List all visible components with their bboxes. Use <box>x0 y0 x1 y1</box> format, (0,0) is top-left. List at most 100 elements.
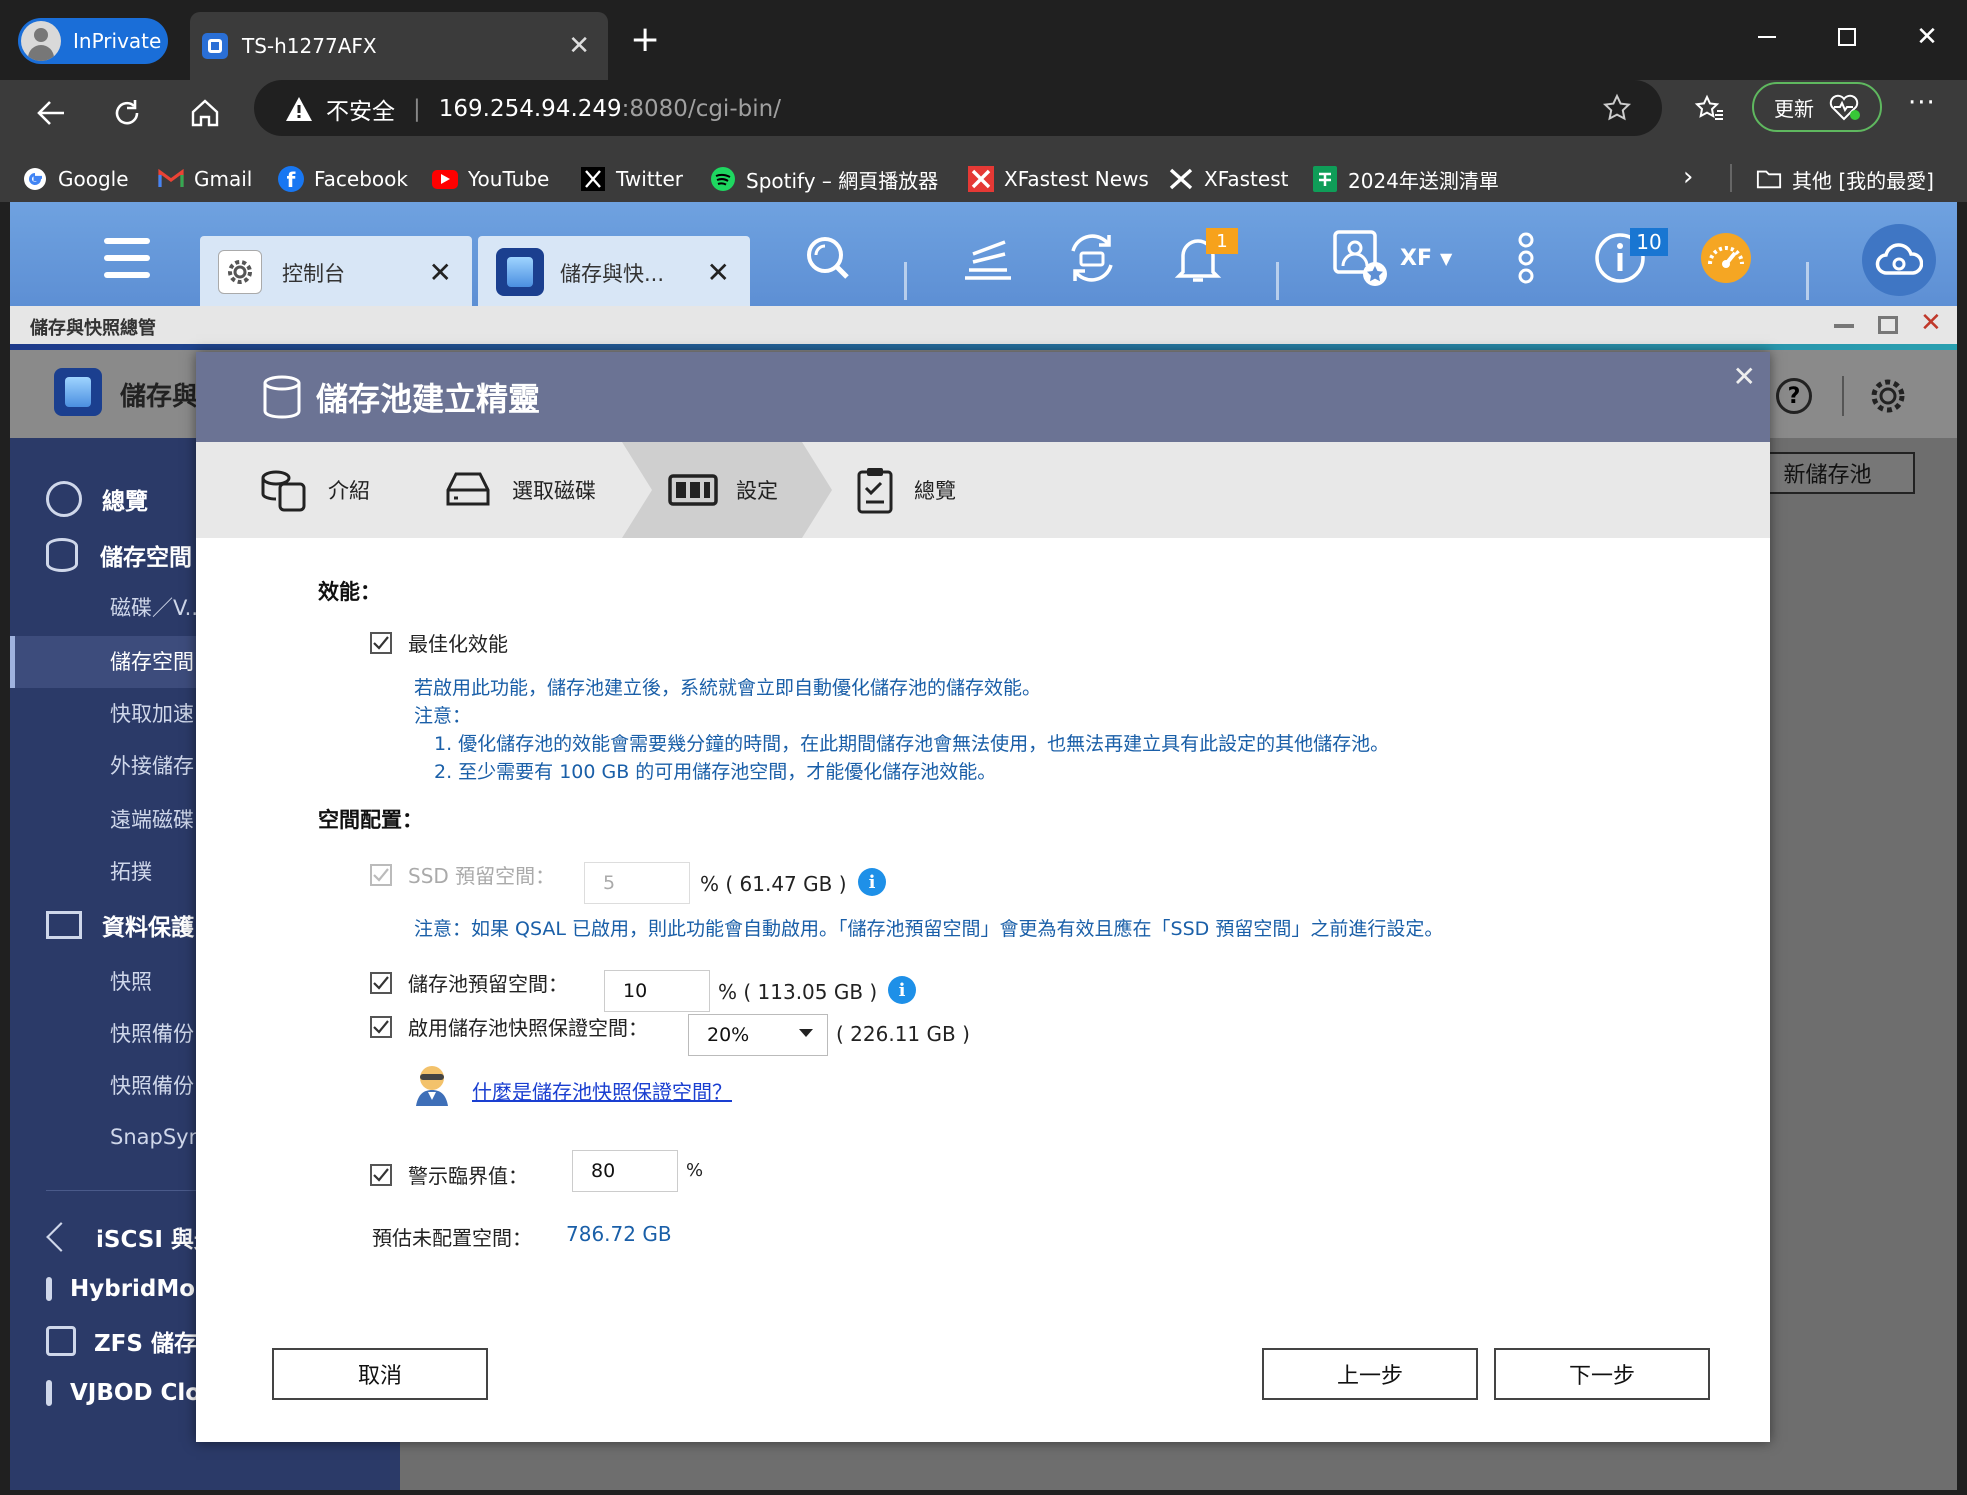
help-icon[interactable]: ? <box>1776 378 1812 414</box>
main-menu-icon[interactable] <box>104 236 150 280</box>
space-allocation-section-title: 空間配置： <box>318 808 423 832</box>
back-button[interactable]: 上一步 <box>1262 1348 1478 1400</box>
ssd-reserve-checkbox[interactable] <box>370 863 392 886</box>
pool-reserve-input[interactable]: 10 <box>604 970 710 1012</box>
step-select-disks: 選取磁碟 <box>444 442 596 538</box>
back-icon[interactable] <box>34 96 68 130</box>
create-pool-wizard-dialog: 儲存池建立精靈 ✕ 介紹 選取磁碟 設定 總覽 效能： 最佳化效能 若啟用此功能… <box>196 352 1770 1442</box>
browser-tab[interactable]: TS-h1277AFX ✕ <box>190 12 608 80</box>
new-tab-icon[interactable]: + <box>630 20 660 60</box>
ssd-reserve-input[interactable]: 5 <box>584 862 690 904</box>
dialog-header: 儲存池建立精靈 ✕ <box>196 352 1770 442</box>
favorite-star-icon[interactable] <box>1602 93 1632 123</box>
tab-control-panel[interactable]: 控制台 ✕ <box>200 236 472 306</box>
youtube-icon <box>432 166 458 192</box>
inprivate-badge[interactable]: InPrivate <box>18 18 168 64</box>
close-tab-icon[interactable]: ✕ <box>429 256 452 289</box>
bookmark-google[interactable]: Google <box>22 164 129 194</box>
window-restore-icon[interactable] <box>1878 316 1898 334</box>
facebook-icon: f <box>278 166 304 192</box>
iscsi-icon <box>46 1222 76 1252</box>
external-devices-icon[interactable] <box>1064 230 1120 286</box>
minimize-icon[interactable] <box>1727 0 1807 74</box>
ssd-reserve-row: SSD 預留空間： <box>370 860 555 889</box>
myqnapcloud-icon[interactable] <box>1862 224 1936 296</box>
pool-reserve-checkbox[interactable] <box>370 971 392 994</box>
next-button[interactable]: 下一步 <box>1494 1348 1710 1400</box>
snapshot-reserve-row: 啟用儲存池快照保證空間： <box>370 1012 648 1041</box>
snapshot-reserve-unit: ( 226.11 GB ) <box>836 1022 970 1046</box>
home-icon[interactable] <box>188 96 222 130</box>
alert-threshold-input[interactable]: 80 <box>572 1150 678 1192</box>
google-icon <box>22 166 48 192</box>
zfs-stack-icon <box>46 1326 76 1356</box>
vjbod-icon <box>46 1380 52 1406</box>
security-warning-label[interactable]: 不安全 <box>326 92 395 126</box>
pool-reserve-info-icon[interactable]: i <box>888 976 916 1004</box>
app-header-title: 儲存與 <box>120 382 199 412</box>
inprivate-label: InPrivate <box>73 29 162 53</box>
cancel-button[interactable]: 取消 <box>272 1348 488 1400</box>
more-menu-icon[interactable]: ··· <box>1908 88 1936 118</box>
snapshot-reserve-help-link[interactable]: 什麼是儲存池快照保證空間？ <box>472 1076 732 1105</box>
bookmark-spotify[interactable]: Spotify – 網頁播放器 <box>710 164 938 194</box>
bookmark-test-list[interactable]: 2024年送測清單 <box>1312 164 1499 194</box>
more-options-icon[interactable] <box>1498 230 1554 286</box>
notification-badge: 1 <box>1206 228 1238 254</box>
bookmark-other-folder[interactable]: 其他 [我的最愛] <box>1756 164 1934 194</box>
bookmark-facebook[interactable]: f Facebook <box>278 164 408 194</box>
resource-monitor-icon[interactable] <box>1698 230 1754 286</box>
bookmarks-overflow-icon[interactable]: › <box>1683 162 1693 192</box>
helper-mascot-icon <box>412 1064 452 1106</box>
maximize-icon[interactable] <box>1807 0 1887 74</box>
gmail-icon <box>158 166 184 192</box>
favorites-icon[interactable] <box>1693 93 1725 125</box>
xfastest-news-icon <box>968 166 994 192</box>
background-tasks-icon[interactable] <box>960 230 1016 286</box>
user-menu[interactable]: XF ▼ <box>1400 246 1452 271</box>
bookmark-gmail[interactable]: Gmail <box>158 164 252 194</box>
close-tab-icon[interactable]: ✕ <box>707 256 730 289</box>
window-minimize-icon[interactable] <box>1834 324 1854 328</box>
wizard-steps: 介紹 選取磁碟 設定 總覽 <box>196 442 1770 538</box>
cloud-mount-icon <box>46 1277 52 1301</box>
bookmark-twitter[interactable]: Twitter <box>580 164 683 194</box>
tab-storage-label: 儲存與快... <box>560 262 665 286</box>
bookmark-xfastest-news[interactable]: XFastest News <box>968 164 1149 194</box>
snapshot-reserve-select[interactable]: 20% <box>688 1014 828 1056</box>
bookmark-youtube[interactable]: YouTube <box>432 164 549 194</box>
tab-storage[interactable]: 儲存與快... ✕ <box>478 236 750 306</box>
pool-reserve-label: 儲存池預留空間： <box>408 972 568 996</box>
optimize-performance-row: 最佳化效能 <box>370 628 508 657</box>
dialog-close-icon[interactable]: ✕ <box>1733 360 1756 393</box>
folder-icon <box>1756 166 1782 192</box>
snapshot-reserve-checkbox[interactable] <box>370 1015 392 1038</box>
address-bar[interactable]: 不安全 | 169.254.94.249:8080/cgi-bin/ <box>254 80 1662 136</box>
update-button[interactable]: 更新 <box>1752 82 1882 132</box>
close-window-icon[interactable]: ✕ <box>1887 0 1967 74</box>
window-close-icon[interactable]: ✕ <box>1920 308 1942 338</box>
optimize-desc-text: 若啟用此功能，儲存池建立後，系統就會立即自動優化儲存池的儲存效能。 <box>414 677 1042 699</box>
snapshot-reserve-value: 20% <box>707 1024 750 1046</box>
warning-icon <box>284 95 314 123</box>
settings-gear-icon[interactable] <box>1866 374 1910 418</box>
dashboard-icon <box>46 481 82 517</box>
health-icon <box>1828 93 1860 121</box>
ssd-reserve-note: 注意：如果 QSAL 已啟用，則此功能會自動啟用。「儲存池預留空間」會更為有效且… <box>414 918 1444 940</box>
search-icon[interactable] <box>800 230 856 286</box>
ssd-reserve-info-icon[interactable]: i <box>858 868 886 896</box>
qnap-favicon-icon <box>202 33 228 59</box>
bookmark-xfastest[interactable]: XFastest <box>1168 164 1288 194</box>
optimize-performance-checkbox[interactable] <box>370 631 392 654</box>
close-tab-icon[interactable]: ✕ <box>568 31 590 61</box>
control-panel-icon <box>218 250 262 294</box>
refresh-icon[interactable] <box>110 96 144 130</box>
snapshot-reserve-label: 啟用儲存池快照保證空間： <box>408 1016 648 1040</box>
user-account-icon[interactable] <box>1330 230 1390 286</box>
storage-pool-icon <box>262 375 302 419</box>
estimated-unallocated-value: 786.72 GB <box>566 1222 672 1246</box>
step-configure: 設定 <box>668 442 778 538</box>
alert-threshold-checkbox[interactable] <box>370 1163 392 1186</box>
note-2: 2. 至少需要有 100 GB 的可用儲存池空間，才能優化儲存池效能。 <box>434 761 997 783</box>
tab-control-panel-label: 控制台 <box>282 262 345 286</box>
